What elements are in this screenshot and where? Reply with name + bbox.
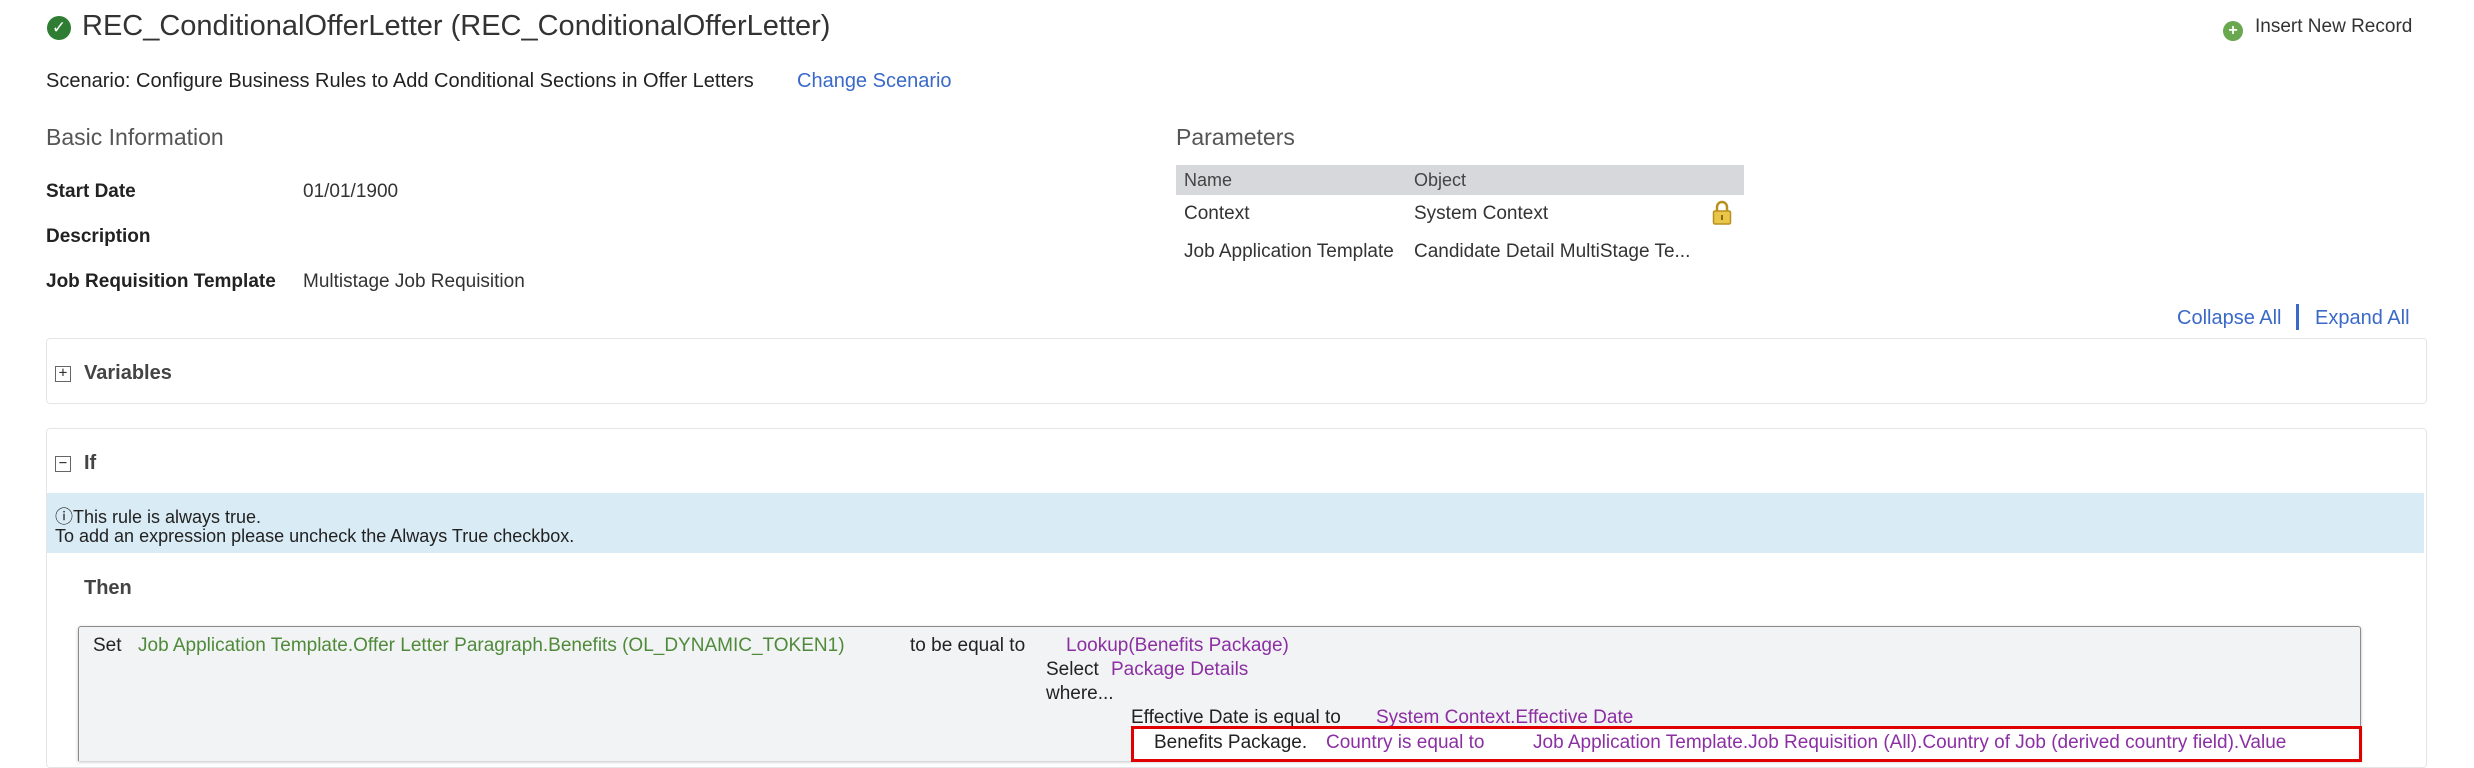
- column-header-name: Name: [1184, 170, 1233, 190]
- insert-new-record-label: Insert New Record: [2255, 16, 2413, 37]
- info-message-line2: To add an expression please uncheck the …: [55, 526, 575, 546]
- target-field-link[interactable]: Job Application Template.Offer Letter Pa…: [138, 635, 845, 657]
- condition2-field-link[interactable]: Country is equal to: [1326, 732, 1484, 754]
- start-date-value: 01/01/1900: [303, 181, 399, 202]
- scenario-text: Scenario: Configure Business Rules to Ad…: [46, 70, 754, 92]
- start-date-label: Start Date: [46, 181, 136, 202]
- condition2-label: Benefits Package.: [1154, 732, 1308, 753]
- parameters-title: Parameters: [1176, 124, 1295, 150]
- where-keyword: where...: [1046, 683, 1114, 704]
- change-scenario-link[interactable]: Change Scenario: [797, 70, 952, 93]
- param-row-context-name: Context: [1184, 203, 1250, 224]
- condition2-value-link[interactable]: Job Application Template.Job Requisition…: [1533, 732, 2286, 754]
- then-heading: Then: [84, 577, 132, 599]
- if-heading: If: [84, 452, 97, 474]
- job-requisition-template-value: Multistage Job Requisition: [303, 271, 525, 292]
- collapse-all-link[interactable]: Collapse All: [2177, 307, 2282, 330]
- link-separator: [2296, 304, 2299, 330]
- variables-panel: [46, 338, 2427, 404]
- lookup-function-link[interactable]: Lookup(Benefits Package): [1066, 635, 1289, 657]
- expand-variables-icon[interactable]: +: [55, 366, 71, 382]
- check-circle-icon: ✓: [47, 16, 71, 40]
- job-requisition-template-label: Job Requisition Template: [46, 271, 276, 292]
- param-row-job-application-object: Candidate Detail MultiStage Te...: [1414, 241, 1691, 262]
- page-title: REC_ConditionalOfferLetter (REC_Conditio…: [82, 10, 831, 42]
- expand-all-link[interactable]: Expand All: [2315, 307, 2410, 330]
- equal-to-text: to be equal to: [910, 635, 1026, 656]
- basic-information-title: Basic Information: [46, 124, 224, 150]
- plus-circle-icon: +: [2223, 21, 2243, 41]
- insert-new-record-button[interactable]: + Insert New Record: [2223, 16, 2412, 41]
- param-row-job-application-name: Job Application Template: [1184, 241, 1394, 262]
- lock-icon: [1712, 200, 1732, 225]
- param-row-context-object: System Context: [1414, 203, 1549, 224]
- variables-heading: Variables: [84, 362, 172, 384]
- set-keyword: Set: [93, 635, 122, 656]
- collapse-if-icon[interactable]: −: [55, 456, 71, 472]
- package-details-link[interactable]: Package Details: [1111, 659, 1248, 681]
- select-keyword: Select: [1046, 659, 1099, 680]
- column-header-object: Object: [1414, 170, 1467, 190]
- description-label: Description: [46, 226, 151, 247]
